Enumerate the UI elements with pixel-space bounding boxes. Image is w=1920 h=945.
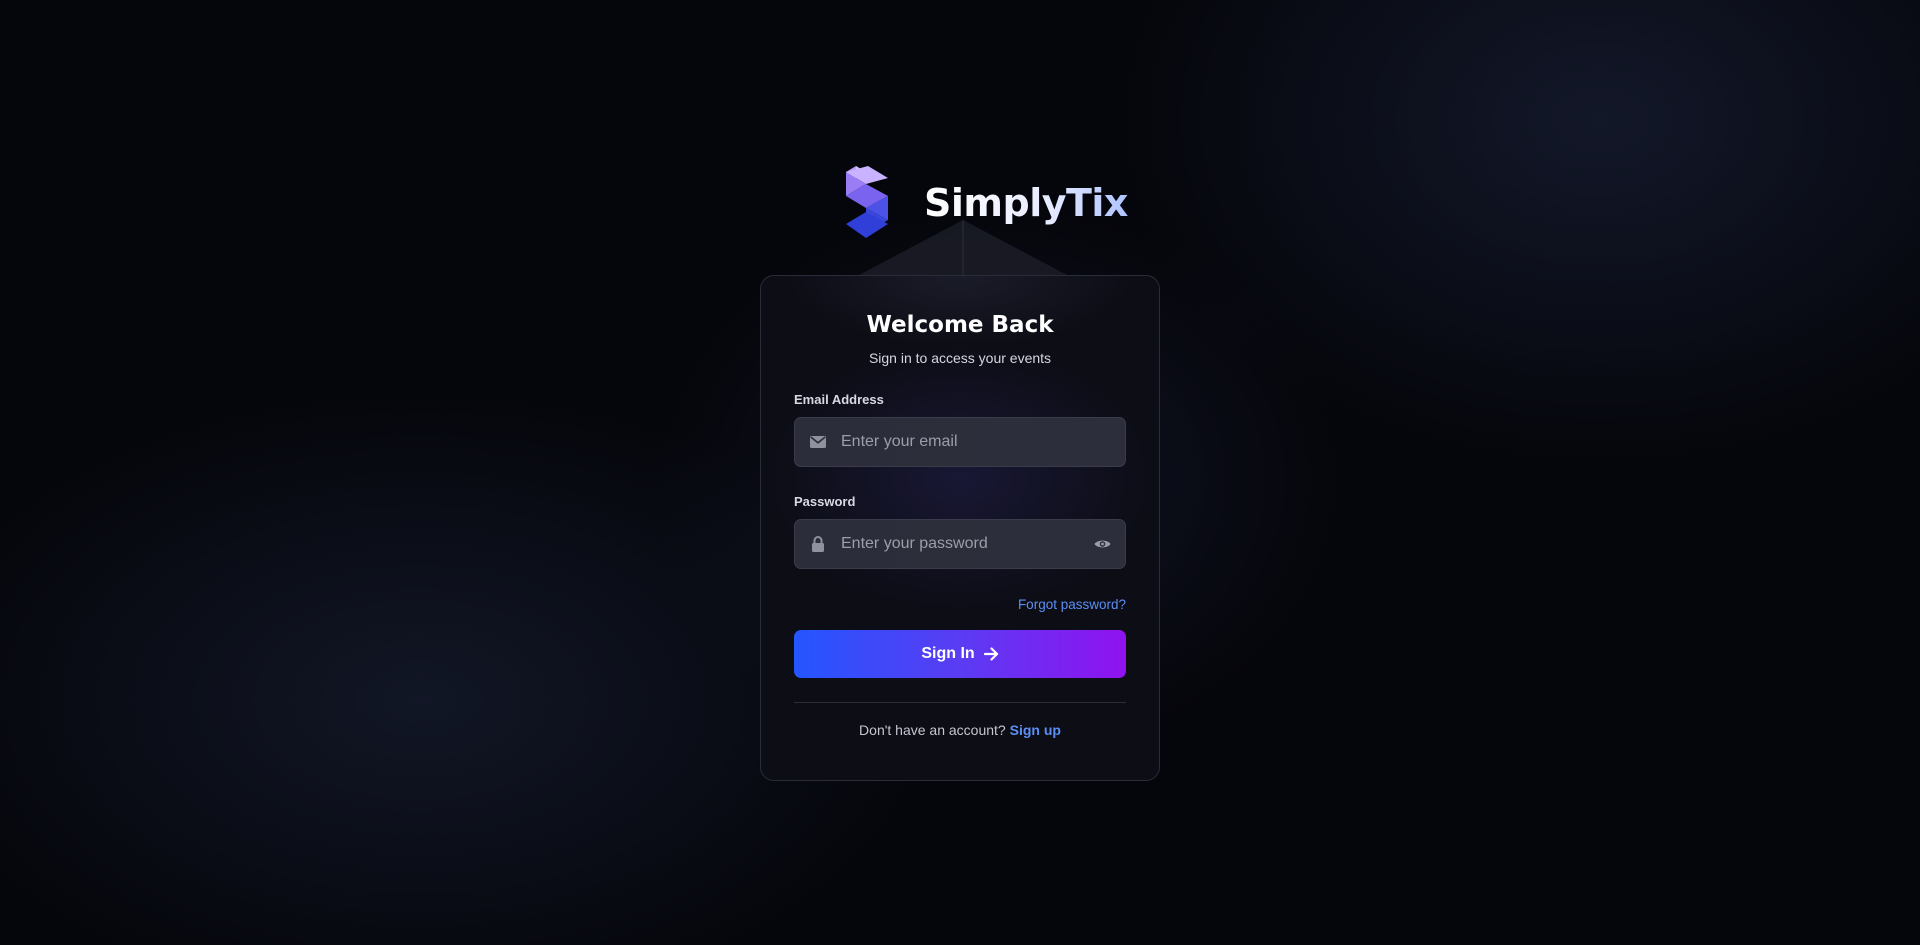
forgot-password-link[interactable]: Forgot password? [1018,597,1126,612]
password-field[interactable] [794,519,1126,569]
password-label: Password [794,494,856,509]
forgot-row: Forgot password? [794,596,1126,612]
lock-icon [810,536,826,552]
divider [794,702,1126,703]
email-label: Email Address [794,392,884,407]
password-input[interactable] [841,535,1085,553]
page-title: Welcome Back [866,312,1054,338]
signup-prompt: Don't have an account? Sign up [794,722,1126,738]
envelope-icon [810,434,826,450]
email-field[interactable] [794,417,1126,467]
card-roof-decoration [857,220,1069,276]
arrow-right-icon [983,647,999,661]
page-subtitle: Sign in to access your events [868,350,1052,366]
sign-in-button[interactable]: Sign In [794,630,1126,678]
eye-icon[interactable] [1093,535,1111,553]
signup-prompt-text: Don't have an account? [859,722,1006,738]
email-input[interactable] [841,433,1125,451]
brand-name: SimplyTix [924,181,1128,225]
sign-in-label: Sign In [921,645,975,662]
sign-up-link[interactable]: Sign up [1010,722,1061,738]
login-card: Welcome Back Sign in to access your even… [760,275,1160,781]
